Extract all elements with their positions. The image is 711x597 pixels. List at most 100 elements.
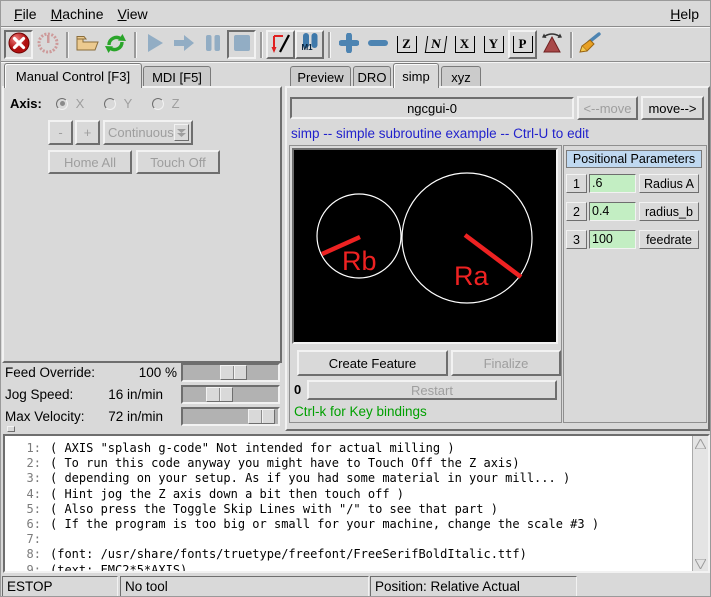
stop-button[interactable] [227, 30, 256, 59]
param-2-index: 2 [566, 202, 587, 221]
param-2-entry[interactable]: 0.4 [589, 202, 636, 221]
gcode-line: 6:( If the program is too big or small f… [5, 517, 708, 532]
machine-power-button[interactable] [33, 30, 62, 59]
step-button[interactable] [169, 30, 198, 59]
open-folder-icon [75, 33, 99, 56]
restart-button[interactable]: Restart [307, 380, 557, 400]
clear-plot-button[interactable] [576, 30, 605, 59]
machine-power-icon [37, 32, 59, 57]
create-feature-button[interactable]: Create Feature [297, 350, 448, 376]
toggle-skip-lines-button[interactable] [266, 30, 295, 59]
restart-count: 0 [294, 382, 301, 397]
pane-sash-grip[interactable] [7, 426, 15, 432]
ngcgui-tab-entry[interactable]: ngcgui-0 [290, 97, 574, 119]
tab-mdi[interactable]: MDI [F5] [143, 66, 211, 87]
tab-xyz[interactable]: xyz [441, 66, 481, 87]
zoom-out-button[interactable] [363, 30, 392, 59]
toolbar-separator [570, 32, 572, 58]
tab-simp[interactable]: simp [393, 63, 439, 88]
chevron-down-icon [174, 124, 189, 141]
view-x-button[interactable]: X [450, 30, 479, 59]
move-left-button[interactable]: <--move [577, 96, 638, 120]
gcode-line: 7: [5, 532, 708, 547]
view-y-icon: Y [484, 36, 504, 53]
view-perspective-button[interactable]: P [508, 30, 537, 59]
axis-radio-z[interactable]: Z [152, 96, 180, 111]
axis-radio-x[interactable]: X [56, 96, 84, 111]
parameters-frame: Positional Parameters 1 .6 Radius A 2 0.… [563, 145, 707, 423]
subroutine-description: simp -- simple subroutine example -- Ctr… [291, 126, 589, 141]
jog-speed-label: Jog Speed: [5, 387, 73, 402]
touch-off-button[interactable]: Touch Off [136, 150, 220, 174]
view-z-button[interactable]: Z [392, 30, 421, 59]
jog-plus-button[interactable]: + [75, 120, 100, 145]
skip-lines-icon [270, 32, 292, 57]
scroll-down-icon[interactable] [694, 557, 707, 570]
menu-help[interactable]: Help [663, 4, 706, 24]
menu-machine[interactable]: Machine [44, 4, 111, 24]
estop-icon [8, 32, 30, 57]
max-velocity-value: 72 in/min [73, 409, 163, 424]
jog-minus-button[interactable]: - [48, 120, 73, 145]
feed-override-handle[interactable] [220, 365, 247, 380]
rotate-cone-icon [541, 32, 563, 57]
manual-tab-content: Axis: X Y Z - + Continuous [2, 86, 282, 363]
manual-control-panel: Manual Control [F3] MDI [F5] Axis: X Y [1, 62, 284, 432]
run-button[interactable] [140, 30, 169, 59]
finalize-button[interactable]: Finalize [451, 350, 561, 376]
menu-view[interactable]: View [111, 4, 155, 24]
axis-radio-y[interactable]: Y [104, 96, 132, 111]
max-velocity-handle[interactable] [248, 409, 275, 424]
toolbar-separator [328, 32, 330, 58]
radio-y-icon [104, 98, 116, 110]
pause-button[interactable] [198, 30, 227, 59]
gcode-scrollbar[interactable] [692, 436, 708, 571]
param-1-name[interactable]: Radius A [639, 174, 699, 193]
reload-button[interactable] [101, 30, 130, 59]
param-2-name[interactable]: radius_b [639, 202, 699, 221]
view-perspective-icon: P [513, 36, 533, 53]
open-file-button[interactable] [72, 30, 101, 59]
toolbar-separator [260, 32, 262, 58]
jog-speed-slider[interactable] [181, 385, 280, 404]
status-position-mode: Position: Relative Actual [370, 576, 577, 597]
minus-icon [368, 33, 388, 56]
key-bindings-hint: Ctrl-k for Key bindings [294, 404, 427, 419]
zoom-in-button[interactable] [334, 30, 363, 59]
home-all-button[interactable]: Home All [48, 150, 132, 174]
view-z-icon: Z [397, 36, 417, 53]
toolbar-separator [66, 32, 68, 58]
jog-mode-select[interactable]: Continuous [103, 120, 193, 145]
view-y-button[interactable]: Y [479, 30, 508, 59]
radio-z-icon [152, 98, 164, 110]
menu-file[interactable]: File [7, 4, 44, 24]
toolbar-separator [134, 32, 136, 58]
tab-preview[interactable]: Preview [290, 66, 351, 87]
label-rb: Rb [342, 246, 377, 276]
rotate-view-button[interactable] [537, 30, 566, 59]
stop-icon [232, 33, 252, 56]
jog-speed-handle[interactable] [206, 387, 233, 402]
main-pane: Manual Control [F3] MDI [F5] Axis: X Y [1, 62, 711, 432]
param-1-entry[interactable]: .6 [589, 174, 636, 193]
gcode-text-area[interactable]: 1:( AXIS "splash g-code" Not intended fo… [3, 434, 710, 573]
param-3-name[interactable]: feedrate [639, 230, 699, 249]
optional-stop-button[interactable]: M1 [295, 30, 324, 59]
tab-manual-control[interactable]: Manual Control [F3] [4, 63, 142, 88]
simp-tab-content: ngcgui-0 <--move move--> simp -- simple … [285, 86, 710, 431]
tab-dro[interactable]: DRO [353, 66, 391, 87]
max-velocity-slider[interactable] [181, 407, 280, 426]
view-z-rotated-button[interactable]: N [421, 30, 450, 59]
feed-override-slider[interactable] [181, 363, 280, 382]
scroll-up-icon[interactable] [694, 437, 707, 450]
preview-panel: Preview DRO simp xyz ngcgui-0 <--move mo… [284, 62, 711, 432]
run-icon [145, 32, 165, 57]
param-3-entry[interactable]: 100 [589, 230, 636, 249]
estop-button[interactable] [4, 30, 33, 59]
axis-window: File Machine View Help [0, 0, 711, 597]
param-3-index: 3 [566, 230, 587, 249]
jog-speed-value: 16 in/min [73, 387, 163, 402]
move-right-button[interactable]: move--> [641, 96, 704, 120]
pause-icon [204, 33, 222, 56]
view-x-icon: X [455, 36, 475, 53]
